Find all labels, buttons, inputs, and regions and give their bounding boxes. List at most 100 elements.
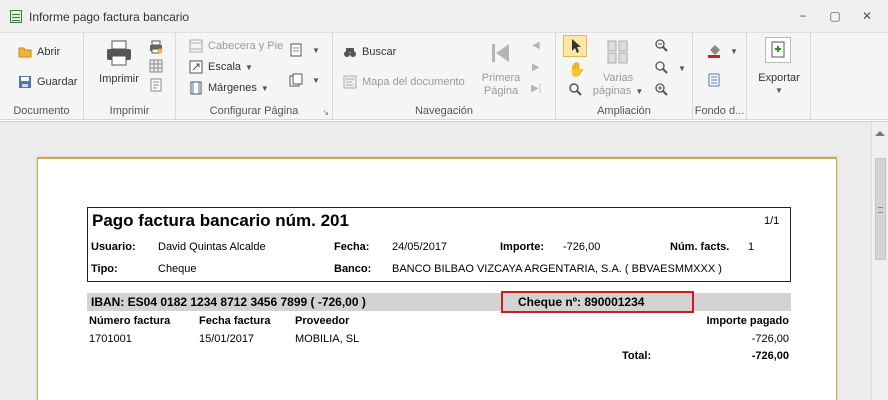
imprimir-label[interactable]: Imprimir (90, 73, 148, 86)
next-page-icon[interactable]: ▶ (532, 62, 540, 73)
page-counter: 1/1 (764, 215, 780, 227)
quick-print-icon[interactable] (149, 40, 163, 54)
chevron-down-icon: ▼ (312, 75, 320, 85)
total-value: -726,00 (751, 350, 789, 362)
escala-label: Escala (208, 61, 242, 73)
chevron-down-icon[interactable]: ▼ (678, 64, 686, 73)
page-orientation-icon (289, 43, 303, 57)
restore-button[interactable]: ▢ (826, 8, 844, 24)
varias-label: Varias (602, 72, 634, 84)
margenes-button[interactable]: Márgenes ▼ (189, 81, 269, 95)
scroll-up-arrow-icon[interactable] (875, 131, 885, 136)
multiple-pages-icon[interactable] (606, 40, 630, 64)
usuario-label: Usuario: (91, 241, 136, 253)
fecha-value: 24/05/2017 (392, 241, 448, 253)
abrir-button[interactable]: Abrir (18, 45, 60, 59)
paginas-label-row: páginas ▼ (590, 85, 646, 98)
chevron-down-icon: ▼ (635, 87, 644, 96)
iban-line: IBAN: ES04 0182 1234 8712 3456 7899 ( -7… (91, 295, 366, 309)
guardar-label: Guardar (37, 76, 78, 88)
row-importe-pagado: -726,00 (751, 333, 789, 345)
zoom-icon[interactable] (654, 60, 668, 74)
col-fecha-factura: Fecha factura (199, 315, 271, 327)
paint-bucket-icon (707, 44, 721, 58)
folder-open-icon (18, 45, 32, 59)
first-page-icon[interactable] (487, 40, 513, 66)
importe-label: Importe: (500, 241, 544, 253)
page-color-button[interactable]: ▼ (707, 44, 738, 58)
primera-pagina-label[interactable]: Primera Página (473, 72, 529, 98)
chevron-down-icon: ▼ (312, 45, 320, 55)
magnifier-tool-icon[interactable] (568, 82, 582, 96)
usuario-value: David Quintas Alcalde (158, 241, 266, 253)
chevron-down-icon: ▼ (260, 83, 269, 93)
chevron-down-icon: ▼ (730, 46, 738, 56)
cabecera-pie-button[interactable]: Cabecera y Pie (189, 39, 283, 53)
mapa-documento-label: Mapa del documento (362, 76, 465, 88)
hand-tool-icon[interactable]: ✋ (568, 61, 585, 78)
row-proveedor: MOBILIA, SL (295, 333, 360, 345)
row-numero-factura: 1701001 (89, 333, 132, 345)
banco-label: Banco: (334, 263, 372, 275)
varias-paginas-label[interactable]: Varias páginas ▼ (590, 72, 646, 98)
scroll-thumb[interactable] (875, 158, 886, 260)
window-title: Informe pago factura bancario (29, 10, 190, 24)
cabecera-pie-label: Cabecera y Pie (208, 40, 284, 52)
group-documento-label: Documento (13, 105, 70, 117)
group-navegacion: Buscar Mapa del documento Primera Página… (333, 33, 556, 120)
mapa-documento-button[interactable]: Mapa del documento (343, 75, 465, 89)
col-importe-pagado: Importe pagado (706, 315, 789, 327)
orientation-button[interactable]: ▼ (289, 43, 320, 57)
group-imprimir-label: Imprimir (109, 105, 150, 117)
buscar-button[interactable]: Buscar (343, 45, 396, 59)
zoom-in-icon[interactable] (654, 82, 668, 96)
printer-icon[interactable] (105, 39, 133, 67)
tipo-label: Tipo: (91, 263, 118, 275)
save-icon (18, 75, 32, 89)
page-size-icon (289, 73, 303, 87)
primera-label: Primera (481, 72, 521, 84)
ribbon-toolbar: Abrir Guardar Documento Imprimir Imprimi… (0, 33, 888, 120)
close-button[interactable]: ✕ (858, 8, 876, 24)
group-documento: Abrir Guardar Documento (0, 33, 84, 120)
buscar-label: Buscar (362, 46, 397, 58)
group-configurar-label: Configurar Página (209, 105, 299, 117)
banco-value: BANCO BILBAO VIZCAYA ARGENTARIA, S.A. ( … (392, 263, 722, 275)
guardar-button[interactable]: Guardar (18, 75, 77, 89)
pagina-label: Página (483, 85, 519, 97)
pointer-tool-icon[interactable] (563, 35, 587, 57)
exportar-label[interactable]: Exportar (750, 72, 808, 85)
vertical-scrollbar[interactable] (871, 122, 888, 400)
last-page-icon[interactable]: ▶| (531, 83, 541, 94)
row-fecha-factura: 15/01/2017 (199, 333, 255, 345)
group-exportar: Exportar ▼ (747, 33, 811, 120)
chevron-down-icon[interactable]: ▼ (775, 86, 783, 95)
report-title: Pago factura bancario núm. 201 (92, 211, 349, 230)
page-setup-icon[interactable] (149, 59, 163, 73)
report-page: Pago factura bancario núm. 201 1/1 Usuar… (37, 157, 837, 400)
scale-icon (189, 60, 203, 74)
watermark-icon[interactable] (707, 73, 721, 87)
importe-value: -726,00 (563, 241, 601, 253)
tipo-value: Cheque (158, 263, 197, 275)
fecha-label: Fecha: (334, 241, 370, 253)
zoom-out-icon[interactable] (654, 38, 668, 52)
escala-button[interactable]: Escala ▼ (189, 60, 253, 74)
paginas-label: páginas (592, 85, 632, 97)
cheque-number: Cheque nº: 890001234 (518, 295, 645, 309)
group-configurar-pagina: Cabecera y Pie Escala ▼ Márgenes ▼ ▼ ▼ C… (176, 33, 333, 120)
previous-page-icon[interactable]: ◀ (532, 40, 540, 51)
dialog-launcher-icon[interactable]: ↘ (322, 108, 329, 117)
margins-icon (189, 81, 203, 95)
preview-area[interactable]: Pago factura bancario núm. 201 1/1 Usuar… (0, 121, 888, 400)
col-numero-factura: Número factura (89, 315, 171, 327)
group-fondo-label: Fondo d... (694, 105, 745, 117)
page-size-button[interactable]: ▼ (289, 73, 320, 87)
print-options-icon[interactable] (149, 78, 163, 92)
minimize-button[interactable]: − (794, 8, 812, 24)
margenes-label: Márgenes (208, 82, 257, 94)
export-icon[interactable] (765, 37, 791, 63)
grip-icon (878, 207, 883, 213)
abrir-label: Abrir (37, 46, 61, 58)
num-facts-label: Núm. facts. (670, 241, 730, 253)
